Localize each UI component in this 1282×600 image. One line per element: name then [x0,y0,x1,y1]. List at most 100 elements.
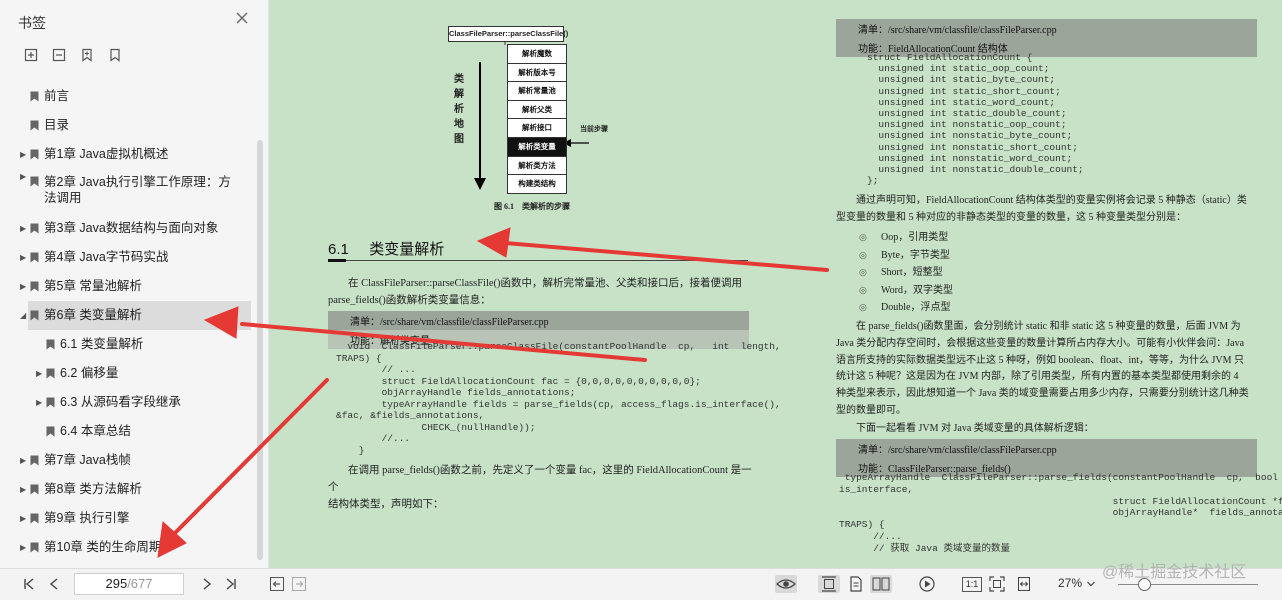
diagram-step: 解析常量池 [508,81,566,100]
close-icon[interactable] [235,11,249,25]
sidebar-item[interactable]: ▶ 第7章 Java栈帧 [0,446,256,475]
bookmark-add-icon[interactable] [80,48,94,62]
expand-arrow-icon[interactable]: ▶ [20,169,30,185]
code-line: is_interface, [839,483,914,495]
sidebar-item[interactable]: ▶ 第9章 执行引擎 [0,504,256,533]
bookmark-icon[interactable] [108,48,122,62]
sidebar-item[interactable]: ▶ 第4章 Java字节码实战 [0,243,256,272]
double-page-icon[interactable] [870,575,892,593]
prev-page-icon[interactable] [45,575,63,593]
diagram-step: 解析版本号 [508,62,566,82]
actual-size-button[interactable]: 1:1 [962,577,982,592]
zoom-level[interactable]: 27% [1058,576,1082,592]
code-line: unsigned int static_word_count; [867,96,1056,108]
bookmark-panel: 书签 前言目录 ▶ 第1章 Java虚拟机概述 ▶ 第2章 Java执行引擎工作原理：方… [0,0,269,568]
single-page-icon[interactable] [818,575,840,593]
sidebar-scrollbar[interactable] [257,140,263,560]
bookmark-toolbar [24,48,122,62]
diagram-step: 解析父类 [508,99,566,119]
sidebar-item[interactable]: 前言 [0,82,256,111]
sidebar-item[interactable]: ▶ 第5章 常量池解析 [0,272,256,301]
bookmark-icon [30,281,39,292]
code-line: } [336,444,365,456]
code-line: struct FieldAllocationCount { [867,52,1033,63]
back-icon[interactable] [268,575,286,593]
bullet-item: ◎ Double，浮点型 [859,299,953,317]
eye-care-icon[interactable] [775,575,797,593]
sidebar-item[interactable]: 目录 [0,111,256,140]
paragraph: 在 ClassFileParser::parseClassFile()函数中，解… [328,275,758,309]
code-line: unsigned int static_short_count; [867,85,1061,97]
bookmark-icon [30,149,39,160]
code-line: //... [839,530,902,542]
text-line: 在 parse_fields()函数里面，会分别统计 static 和非 sta… [856,321,1241,332]
sidebar-item-label: 第8章 类方法解析 [44,482,142,496]
sidebar-item[interactable]: 6.1 类变量解析 [0,330,256,359]
code-line: objArrayHandle* fields_annotations, [839,507,1282,519]
code-line: unsigned int static_double_count; [867,108,1067,120]
code-block: void ClassFileParser::parseClassFile(con… [336,341,781,456]
text-line: 语言所支持的实际数据类型远不止这 5 种呀，例如 boolean、float、i… [836,354,1245,366]
bookmark-icon [30,513,39,524]
code-line: typeArrayHandle ClassFileParser::parse_f… [839,472,1278,483]
expand-arrow-icon[interactable]: ▶ [20,243,30,272]
sidebar-item[interactable]: 6.4 本章总结 [0,417,256,446]
sidebar-item[interactable]: ▶ 第2章 Java执行引擎工作原理：方法调用 [0,169,256,214]
watermark: @稀土掘金技术社区 [1102,564,1247,581]
code-line: unsigned int nonstatic_byte_count; [867,130,1073,142]
sidebar-item[interactable]: ◢ 第6章 类变量解析 [20,301,251,330]
next-page-icon[interactable] [198,575,216,593]
bookmark-icon [30,91,39,102]
expand-arrow-icon[interactable]: ▶ [20,140,30,169]
last-page-icon[interactable] [222,575,240,593]
code-line: unsigned int nonstatic_oop_count; [867,119,1067,131]
sidebar-item-label: 第9章 执行引擎 [44,511,130,525]
sidebar-item-label: 第1章 Java虚拟机概述 [44,147,169,161]
forward-icon[interactable] [290,575,308,593]
sidebar-item[interactable]: ▶ 第10章 类的生命周期 [0,533,256,562]
section-rule-thick [328,259,346,262]
bookmark-tree: 前言目录 ▶ 第1章 Java虚拟机概述 ▶ 第2章 Java执行引擎工作原理：方法调用… [0,82,256,562]
code-line: typeArrayHandle fields = parse_fields(cp… [336,398,781,410]
expand-arrow-icon[interactable]: ▶ [20,272,30,301]
continuous-page-icon[interactable] [847,575,865,593]
collapse-arrow-icon[interactable]: ◢ [20,301,30,330]
page-number-input[interactable]: 295/677 [74,573,184,595]
expand-arrow-icon[interactable]: ▶ [20,446,30,475]
sidebar-item[interactable]: ▶ 6.2 偏移量 [0,359,256,388]
expand-arrow-icon[interactable]: ▶ [20,533,30,562]
code-line: unsigned int nonstatic_short_count; [867,141,1078,153]
expand-arrow-icon[interactable]: ▶ [36,359,46,388]
sidebar-item-label: 6.1 类变量解析 [60,337,144,351]
text-line: 统计这 5 种呢？这是因为在 JVM 内部，除了引用类型，所有内置的基本类型都使… [836,371,1239,383]
expand-arrow-icon[interactable]: ▶ [36,388,46,417]
sidebar-item-label: 第3章 Java数据结构与面向对象 [44,221,219,235]
expand-arrow-icon[interactable]: ▶ [20,504,30,533]
expand-arrow-icon[interactable]: ▶ [20,214,30,243]
expand-arrow-icon[interactable]: ▶ [20,475,30,504]
diagram-step: 解析类方法 [508,155,566,175]
sidebar-item-label: 目录 [44,118,70,132]
add-bookmark-icon[interactable] [24,48,38,62]
bullet-icon: ◎ [859,232,867,242]
fit-width-icon[interactable] [1015,575,1033,593]
sidebar-item-label: 第7章 Java栈帧 [44,453,131,467]
sidebar-item[interactable]: ▶ 6.3 从源码看字段继承 [0,388,256,417]
text-line: 结构体类型，声明如下： [328,499,444,510]
document-view[interactable]: ClassFileParser::parseClassFile() 类解析地图 … [269,0,1282,568]
code-line: CHECK_(nullHandle)); [336,421,536,433]
sidebar-item[interactable]: ▶ 第3章 Java数据结构与面向对象 [0,214,256,243]
first-page-icon[interactable] [20,575,38,593]
diagram-char: 图 [454,134,464,145]
remove-bookmark-icon[interactable] [52,48,66,62]
bookmark-icon [46,339,55,350]
bullet-icon: ◎ [859,267,867,278]
sidebar-item-label: 第5章 常量池解析 [44,279,142,293]
play-icon[interactable] [918,575,936,593]
fit-page-icon[interactable] [988,575,1006,593]
chevron-down-icon[interactable] [1086,575,1096,593]
sidebar-item[interactable]: ▶ 第8章 类方法解析 [0,475,256,504]
sidebar-item[interactable]: ▶ 第1章 Java虚拟机概述 [0,140,256,169]
code-line: unsigned int nonstatic_double_count; [867,164,1084,176]
panel-title: 书签 [18,15,46,31]
